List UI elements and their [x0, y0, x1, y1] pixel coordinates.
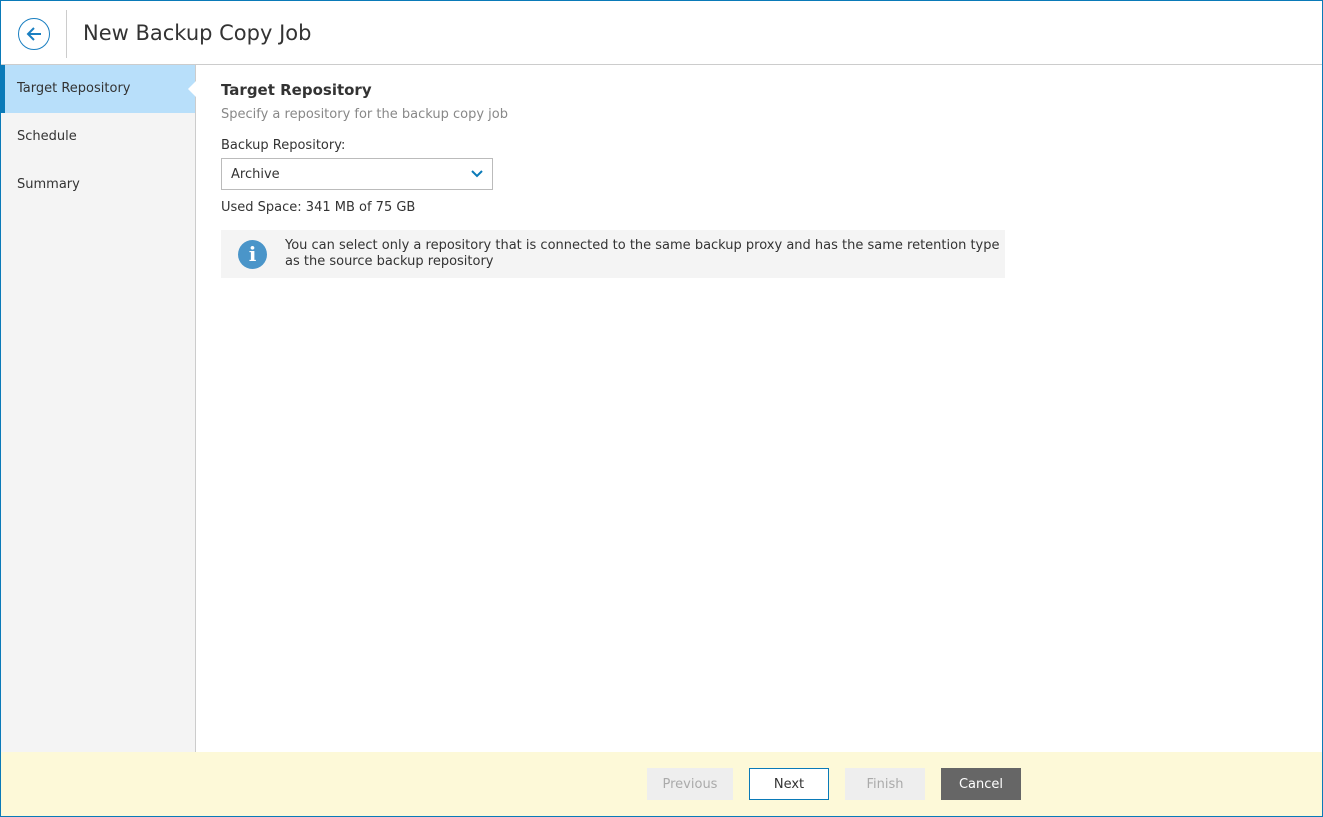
info-icon: i: [238, 239, 267, 269]
header: New Backup Copy Job: [1, 1, 1322, 65]
step-target-repository[interactable]: Target Repository: [1, 65, 196, 113]
section-subtitle: Specify a repository for the backup copy…: [221, 107, 508, 122]
repository-select[interactable]: Archive: [221, 158, 493, 190]
main-content: Target Repository Specify a repository f…: [221, 81, 1005, 278]
section-heading: Target Repository: [221, 81, 372, 99]
previous-button[interactable]: Previous: [647, 768, 733, 800]
cancel-button[interactable]: Cancel: [941, 768, 1021, 800]
header-divider: [66, 10, 67, 58]
info-box: i You can select only a repository that …: [221, 230, 1005, 278]
wizard-window: New Backup Copy Job Target Repository Sc…: [0, 0, 1323, 817]
step-summary[interactable]: Summary: [1, 161, 195, 209]
finish-button[interactable]: Finish: [845, 768, 925, 800]
wizard-steps: Target Repository Schedule Summary: [1, 65, 196, 752]
step-schedule[interactable]: Schedule: [1, 113, 195, 161]
chevron-down-icon: [471, 170, 483, 178]
page-title: New Backup Copy Job: [83, 21, 312, 45]
next-button[interactable]: Next: [749, 768, 829, 800]
back-button[interactable]: [18, 18, 50, 50]
info-text: You can select only a repository that is…: [285, 238, 1000, 269]
used-space: Used Space: 341 MB of 75 GB: [221, 200, 416, 215]
repository-value: Archive: [231, 166, 280, 182]
arrow-left-icon: [26, 27, 41, 41]
repository-label: Backup Repository:: [221, 138, 346, 153]
footer: Previous Next Finish Cancel: [1, 752, 1322, 816]
